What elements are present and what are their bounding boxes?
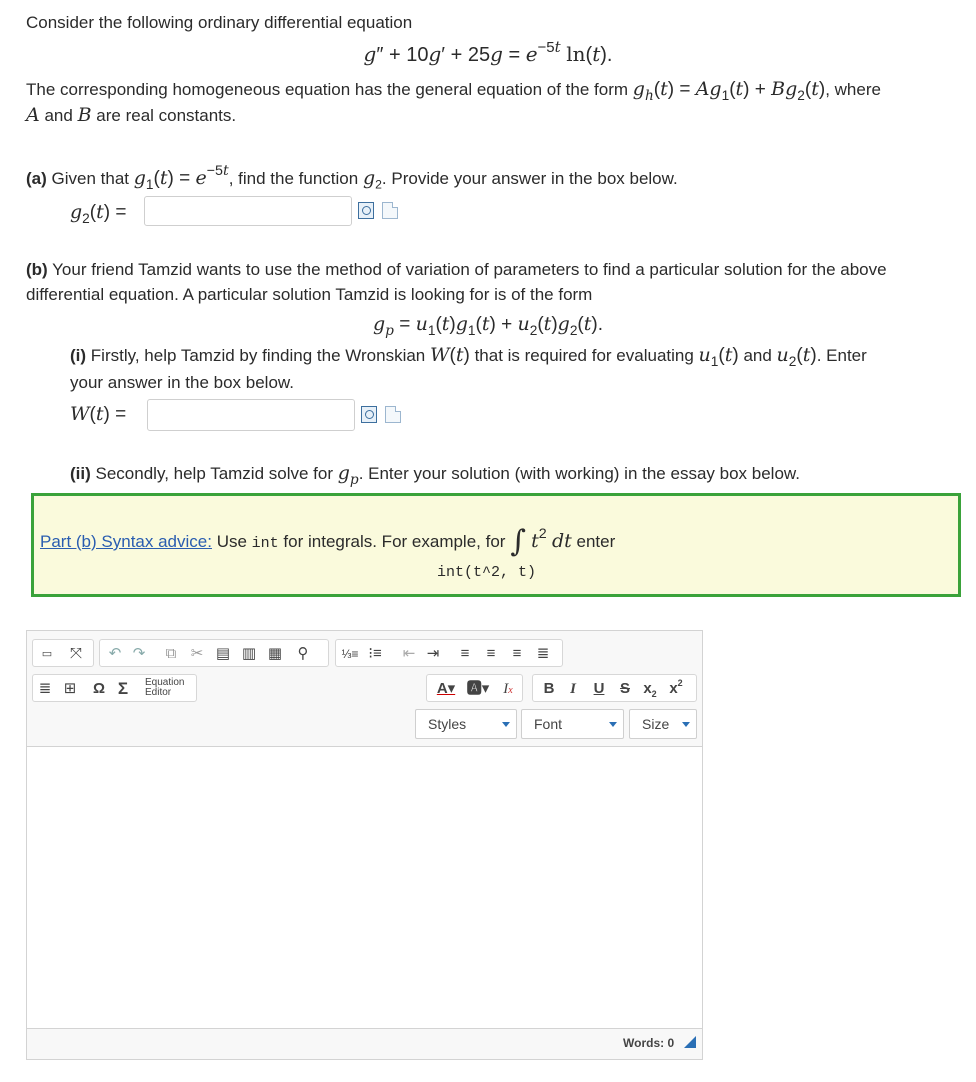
preview-icon[interactable] [358,202,374,219]
maximize-icon[interactable]: ⤧ [65,644,87,664]
italic-icon[interactable]: I [563,679,583,699]
part-b-i-question: (i) Firstly, help Tamzid by finding the … [70,344,867,369]
syntax-advice-link[interactable]: Part (b) Syntax advice: [40,532,212,551]
part-b-i-line2: your answer in the box below. [70,373,294,392]
syntax-advice-line: Part (b) Syntax advice: Use int for inte… [40,524,616,559]
preview-icon[interactable] [361,406,377,423]
part-a-question: (a) Given that g1(t) = e−5t, find the fu… [26,163,678,192]
justify-icon[interactable]: ≣ [532,644,554,664]
remove-format-icon[interactable]: Ix [497,679,519,699]
outdent-icon[interactable]: ⇤ [398,644,420,664]
part-b-line1: (b) Your friend Tamzid wants to use the … [26,260,887,279]
g2-answer-input[interactable] [144,196,352,226]
part-b-ii-question: (ii) Secondly, help Tamzid solve for gp.… [70,462,800,488]
g2-label: g2(t) = [70,201,127,226]
strike-icon[interactable]: S [615,679,635,699]
superscript-icon[interactable]: x2 [665,679,687,699]
particular-solution-form: gp = u1(t)g1(t) + u2(t)g2(t). [373,313,603,339]
essay-editor: ▭ ⤧ ↶ ↷ ⧉ ✂ ▤ ▥ ▦ ⚲ ⅓≡ ⁝≡ ⇤ ⇥ ≡ ≡ ≡ ≣ ≣ … [26,630,703,1060]
font-dropdown[interactable]: Font [521,709,624,739]
undo-icon[interactable]: ↶ [104,644,126,664]
horizontal-rule-icon[interactable]: ≣ [35,679,55,699]
source-icon[interactable]: ▭ [36,644,58,664]
find-icon[interactable]: ⚲ [292,644,314,664]
underline-icon[interactable]: U [589,679,609,699]
styles-dropdown[interactable]: Styles [415,709,517,739]
copy-icon[interactable]: ⧉ [160,644,182,664]
help-icon[interactable] [385,406,401,423]
toolbar-group-paragraph: ⅓≡ ⁝≡ ⇤ ⇥ ≡ ≡ ≡ ≣ [335,639,563,667]
part-b-line2: differential equation. A particular solu… [26,285,593,304]
indent-icon[interactable]: ⇥ [422,644,444,664]
bold-icon[interactable]: B [539,679,559,699]
intro-text: Consider the following ordinary differen… [26,13,413,32]
align-center-icon[interactable]: ≡ [480,644,502,664]
wronskian-label: W(t) = [70,403,127,425]
equation-editor-button[interactable]: Equation Editor [145,678,184,698]
toolbar-group-colors: A▾ 🅰▾ Ix [426,674,523,702]
toolbar-group-document: ▭ ⤧ [32,639,94,667]
table-icon[interactable]: ⊞ [59,679,81,699]
font-color-icon[interactable]: A▾ [433,679,459,699]
background-color-icon[interactable]: 🅰▾ [465,679,491,699]
essay-content-area[interactable] [27,746,702,1029]
align-left-icon[interactable]: ≡ [454,644,476,664]
subscript-icon[interactable]: x2 [639,679,661,699]
ode-equation: g″ + 10g′ + 25g = e−5t ln(t). [363,37,613,66]
toolbar-group-clipboard: ↶ ↷ ⧉ ✂ ▤ ▥ ▦ ⚲ [99,639,329,667]
chevron-down-icon [682,722,690,727]
homogeneous-sentence-line2: A and B are real constants. [26,104,237,126]
paste-text-icon[interactable]: ▥ [238,644,260,664]
chevron-down-icon [502,722,510,727]
paste-icon[interactable]: ▤ [212,644,234,664]
numbered-list-icon[interactable]: ⅓≡ [339,644,361,664]
size-dropdown[interactable]: Size [629,709,697,739]
paste-word-icon[interactable]: ▦ [264,644,286,664]
homogeneous-sentence: The corresponding homogeneous equation h… [26,78,881,104]
redo-icon[interactable]: ↷ [128,644,150,664]
omega-icon[interactable]: Ω [89,679,109,699]
example-code: int(t^2, t) [437,564,537,581]
integral-example: ∫ t2 dt [510,524,572,559]
sigma-icon[interactable]: Σ [113,679,133,699]
cut-icon[interactable]: ✂ [186,644,208,664]
toolbar-group-basicstyles: B I U S x2 x2 [532,674,697,702]
align-right-icon[interactable]: ≡ [506,644,528,664]
bulleted-list-icon[interactable]: ⁝≡ [364,644,386,664]
resize-handle-icon[interactable] [684,1036,696,1048]
chevron-down-icon [609,722,617,727]
toolbar-group-insert: ≣ ⊞ Ω Σ Equation Editor [32,674,197,702]
word-count: Words: 0 [623,1036,675,1050]
wronskian-answer-input[interactable] [147,399,355,431]
help-icon[interactable] [382,202,398,219]
syntax-advice-box: Part (b) Syntax advice: Use int for inte… [31,493,961,597]
